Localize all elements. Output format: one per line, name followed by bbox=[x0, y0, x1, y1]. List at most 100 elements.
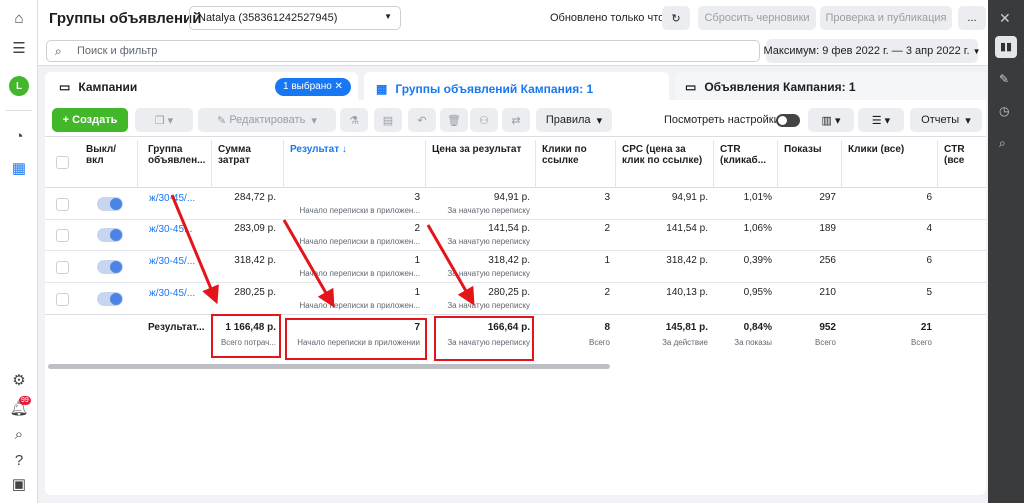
row-onoff-toggle[interactable] bbox=[97, 197, 123, 211]
row-adset-link[interactable]: ж/30-45/... bbox=[149, 256, 195, 267]
search-input[interactable]: ⌕ Поиск и фильтр bbox=[46, 40, 760, 62]
col-ctr-all[interactable]: CTR (все bbox=[938, 140, 986, 188]
duplicate-button[interactable]: ❐ ▾ bbox=[135, 108, 193, 132]
view-settings-toggle[interactable] bbox=[776, 114, 800, 127]
selected-badge[interactable]: 1 выбрано ✕ bbox=[275, 78, 351, 96]
row-adset-link[interactable]: ж/30-45/... bbox=[149, 193, 195, 204]
clipboard-icon[interactable]: ▤ bbox=[374, 108, 402, 132]
row-clicks_all: 5 bbox=[926, 287, 932, 298]
breakdown-button[interactable]: ☰ ▾ bbox=[858, 108, 904, 132]
ad-icon: ▭ bbox=[685, 80, 697, 94]
col-onoff[interactable]: Выкл/ вкл bbox=[80, 140, 138, 188]
dashboard-icon[interactable]: ◔ bbox=[9, 126, 29, 146]
reports-button[interactable]: Отчеты ▾ bbox=[910, 108, 982, 132]
rules-button[interactable]: Правила ▾ bbox=[536, 108, 612, 132]
col-ctr[interactable]: CTR (кликаб... bbox=[714, 140, 778, 188]
row-cost-sub: За начатую переписку bbox=[447, 301, 530, 310]
row-checkbox[interactable] bbox=[56, 229, 69, 242]
search-zoom-icon[interactable]: ⌕ bbox=[999, 136, 1006, 151]
chart-icon[interactable]: ▮▮ bbox=[995, 36, 1017, 58]
tab-ads[interactable]: ▭ Объявления Кампания: 1 bbox=[675, 72, 986, 102]
edit-icon[interactable]: ✎ bbox=[999, 72, 1009, 86]
row-impr: 189 bbox=[819, 223, 836, 234]
col-cost[interactable]: Цена за результат bbox=[426, 140, 536, 188]
search-icon: ⌕ bbox=[55, 44, 62, 58]
chevron-down-icon: ▼ bbox=[384, 12, 392, 21]
home-icon[interactable]: ⌂ bbox=[9, 8, 29, 28]
row-result-sub: Начало переписки в приложен... bbox=[299, 206, 421, 215]
more-button[interactable]: ... bbox=[958, 6, 986, 30]
export-icon[interactable]: ⇄ bbox=[502, 108, 530, 132]
undo-icon[interactable]: ↶ bbox=[408, 108, 436, 132]
highlight-spend bbox=[211, 314, 281, 358]
totals-cpc: 145,81 р. bbox=[665, 322, 708, 333]
row-adset-link[interactable]: ж/30-45/... bbox=[149, 288, 195, 299]
refresh-button[interactable]: ↻ bbox=[662, 6, 690, 30]
right-sidebar: ✕ ▮▮ ✎ ◷ ⌕ bbox=[988, 0, 1024, 503]
col-adset[interactable]: Группа объявлен... bbox=[142, 140, 212, 188]
totals-clicks-link-sub: Всего bbox=[589, 338, 610, 347]
row-onoff-toggle[interactable] bbox=[97, 260, 123, 274]
row-clicks_all: 4 bbox=[926, 223, 932, 234]
totals-ctr-sub: За показы bbox=[734, 338, 772, 347]
row-cost: 280,25 р. bbox=[488, 287, 530, 298]
help-icon[interactable]: ? bbox=[9, 450, 29, 470]
menu-icon[interactable]: ☰ bbox=[9, 38, 29, 58]
row-ctr: 1,06% bbox=[743, 223, 772, 234]
row-onoff-toggle[interactable] bbox=[97, 228, 123, 242]
notifications-icon[interactable]: 🔔︎ 99 bbox=[9, 396, 31, 418]
horizontal-scrollbar[interactable] bbox=[48, 364, 610, 369]
history-icon[interactable]: ◷ bbox=[999, 104, 1009, 118]
row-spend: 280,25 р. bbox=[234, 287, 276, 298]
row-ctr: 0,95% bbox=[743, 287, 772, 298]
row-impr: 297 bbox=[819, 192, 836, 203]
row-spend: 318,42 р. bbox=[234, 255, 276, 266]
totals-clicks-link: 8 bbox=[604, 322, 610, 333]
totals-impr-sub: Всего bbox=[815, 338, 836, 347]
col-result[interactable]: Результат ↓ bbox=[284, 140, 426, 188]
row-checkbox[interactable] bbox=[56, 261, 69, 274]
ads-manager-table-icon[interactable]: ▦ bbox=[9, 158, 29, 178]
totals-ctr: 0,84% bbox=[743, 322, 772, 333]
ab-test-icon[interactable]: ⚗ bbox=[340, 108, 368, 132]
avatar[interactable]: L bbox=[9, 76, 29, 96]
totals-clicks-all: 21 bbox=[920, 322, 932, 333]
row-clicks_link: 1 bbox=[604, 255, 610, 266]
row-cost-sub: За начатую переписку bbox=[447, 206, 530, 215]
discard-drafts-button[interactable]: Сбросить черновики bbox=[698, 6, 816, 30]
review-publish-button[interactable]: Проверка и публикация bbox=[820, 6, 952, 30]
row-clicks_link: 3 bbox=[604, 192, 610, 203]
row-checkbox[interactable] bbox=[56, 293, 69, 306]
col-impr[interactable]: Показы bbox=[778, 140, 842, 188]
col-clicks-link[interactable]: Клики по ссылке bbox=[536, 140, 616, 188]
row-adset-link[interactable]: ж/30-45... bbox=[149, 224, 192, 235]
columns-button[interactable]: ▥ ▾ bbox=[808, 108, 854, 132]
highlight-cost bbox=[434, 316, 534, 361]
folder-icon: ▭ bbox=[59, 80, 71, 94]
row-clicks_all: 6 bbox=[926, 255, 932, 266]
select-all-checkbox[interactable] bbox=[56, 156, 69, 169]
report-icon[interactable]: ▣ bbox=[9, 474, 29, 494]
account-selector[interactable]: Natalya (358361242527945) ▼ bbox=[189, 6, 401, 30]
edit-button[interactable]: ✎ Редактировать ▾ bbox=[198, 108, 336, 132]
search-icon[interactable]: ⌕ bbox=[9, 424, 29, 444]
col-spend[interactable]: Сумма затрат bbox=[212, 140, 284, 188]
delete-icon[interactable]: 🗑︎ bbox=[440, 108, 468, 132]
row-cost: 318,42 р. bbox=[488, 255, 530, 266]
audience-icon[interactable]: ⚇ bbox=[470, 108, 498, 132]
row-onoff-toggle[interactable] bbox=[97, 292, 123, 306]
col-clicks-all[interactable]: Клики (все) bbox=[842, 140, 938, 188]
col-cpc[interactable]: CPC (цена за клик по ссылке) bbox=[616, 140, 714, 188]
tab-campaigns[interactable]: ▭ Кампании 1 выбрано ✕ bbox=[45, 72, 358, 102]
totals-label: Результат... bbox=[148, 322, 205, 333]
totals-cpc-sub: За действие bbox=[662, 338, 708, 347]
row-cpc: 141,54 р. bbox=[666, 223, 708, 234]
create-button[interactable]: + Создать bbox=[52, 108, 128, 132]
row-result-sub: Начало переписки в приложен... bbox=[299, 237, 421, 246]
row-ctr: 1,01% bbox=[743, 192, 772, 203]
date-range-button[interactable]: Максимум: 9 фев 2022 г. — 3 апр 2022 г. … bbox=[764, 39, 981, 63]
settings-icon[interactable]: ⚙ bbox=[9, 370, 29, 390]
row-checkbox[interactable] bbox=[56, 198, 69, 211]
row-clicks_link: 2 bbox=[604, 223, 610, 234]
close-icon[interactable]: ✕ bbox=[999, 10, 1011, 27]
